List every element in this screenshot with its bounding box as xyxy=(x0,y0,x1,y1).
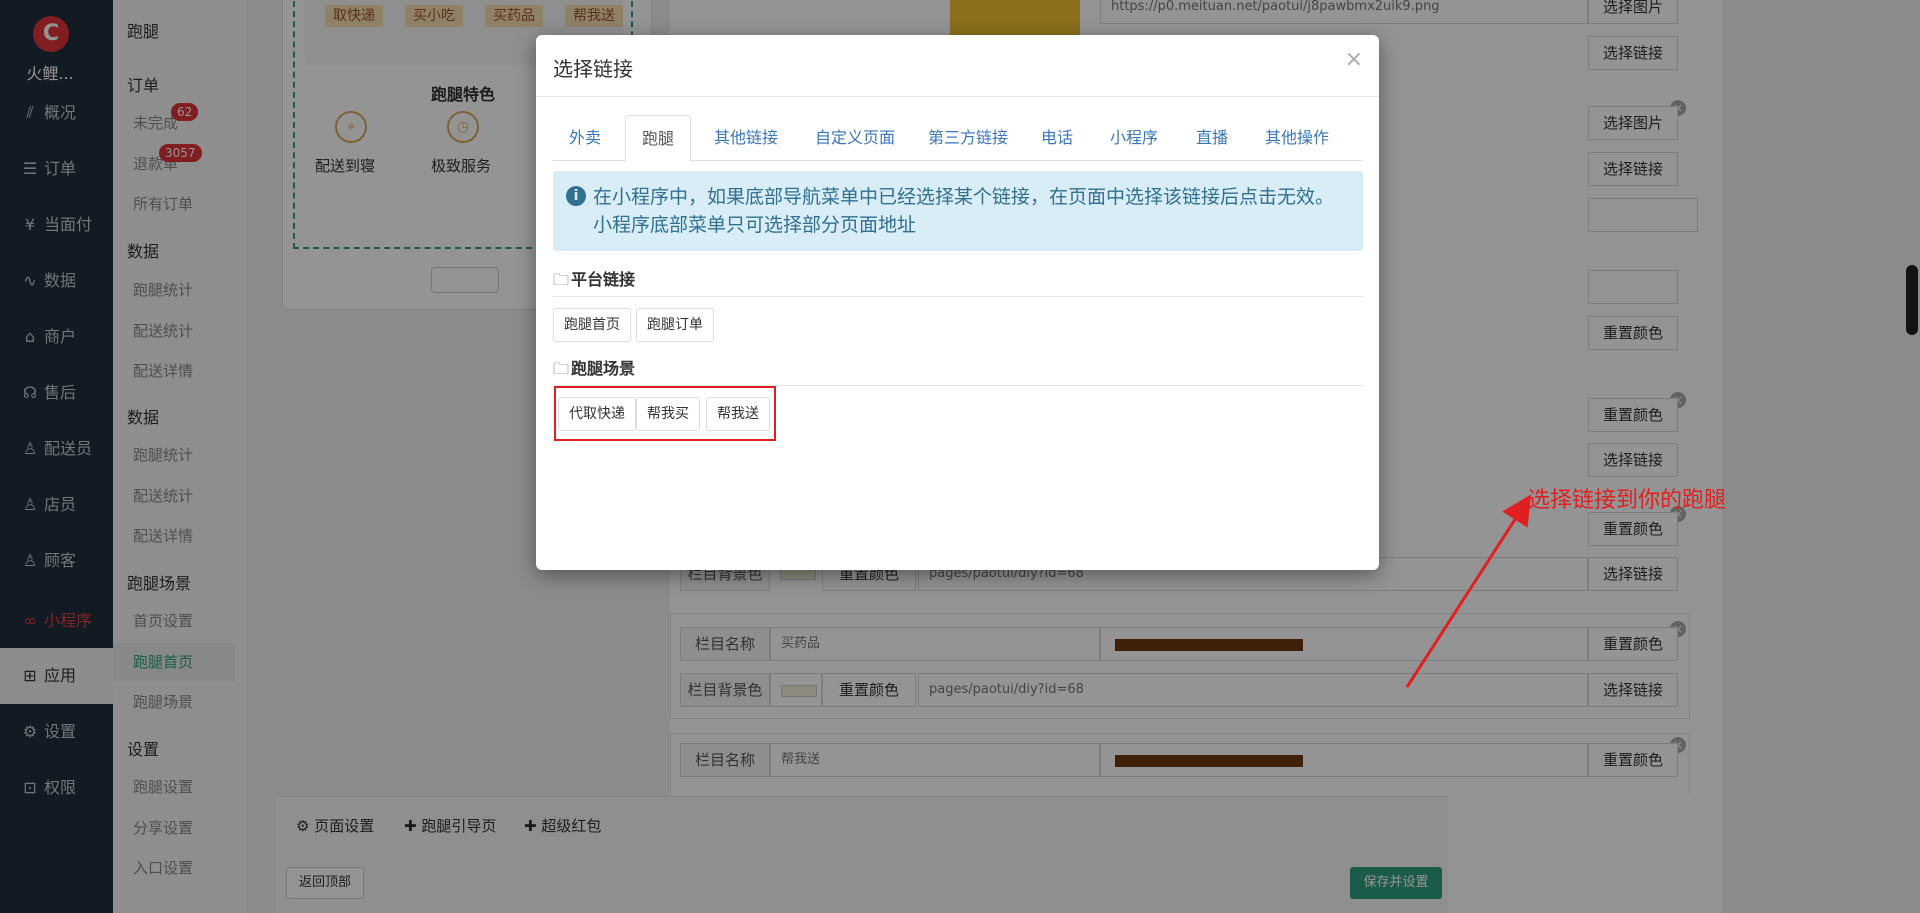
folder-icon: 🗀 xyxy=(553,359,570,378)
tab-takeout[interactable]: 外卖 xyxy=(553,115,617,161)
tab-custom-page[interactable]: 自定义页面 xyxy=(799,115,911,161)
folder-icon: 🗀 xyxy=(553,270,570,289)
link-tabs: 外卖 跑腿 其他链接 自定义页面 第三方链接 电话 小程序 直播 其他操作 xyxy=(553,115,1363,162)
annotation-text: 选择链接到你的跑腿 xyxy=(1528,488,1727,513)
tab-phone[interactable]: 电话 xyxy=(1025,115,1089,161)
info-icon: i xyxy=(566,186,586,206)
tab-other-links[interactable]: 其他链接 xyxy=(698,115,794,161)
tab-other-actions[interactable]: 其他操作 xyxy=(1249,115,1345,161)
annotation-arrow xyxy=(1405,495,1532,688)
info-alert: i 在小程序中，如果底部导航菜单中已经选择某个链接，在页面中选择该链接后点击无效… xyxy=(553,171,1363,251)
tab-errand[interactable]: 跑腿 xyxy=(625,115,692,162)
section-platform-links: 🗀 平台链接 xyxy=(553,263,1363,297)
select-link-modal: 选择链接 × 外卖 跑腿 其他链接 自定义页面 第三方链接 电话 小程序 直播 … xyxy=(536,35,1379,570)
link-option-run-orders[interactable]: 跑腿订单 xyxy=(636,308,714,342)
section-errand-scenes: 🗀 跑腿场景 xyxy=(553,352,1363,386)
tab-miniprogram[interactable]: 小程序 xyxy=(1094,115,1174,161)
tab-third-party-link[interactable]: 第三方链接 xyxy=(912,115,1024,161)
close-icon[interactable]: × xyxy=(1345,47,1363,72)
tab-live[interactable]: 直播 xyxy=(1180,115,1244,161)
modal-title: 选择链接 xyxy=(553,57,633,81)
link-option-run-home[interactable]: 跑腿首页 xyxy=(553,308,631,342)
highlight-box xyxy=(554,386,776,441)
modal-divider xyxy=(536,96,1379,97)
info-text: 在小程序中，如果底部导航菜单中已经选择某个链接，在页面中选择该链接后点击无效。 … xyxy=(593,186,1335,236)
